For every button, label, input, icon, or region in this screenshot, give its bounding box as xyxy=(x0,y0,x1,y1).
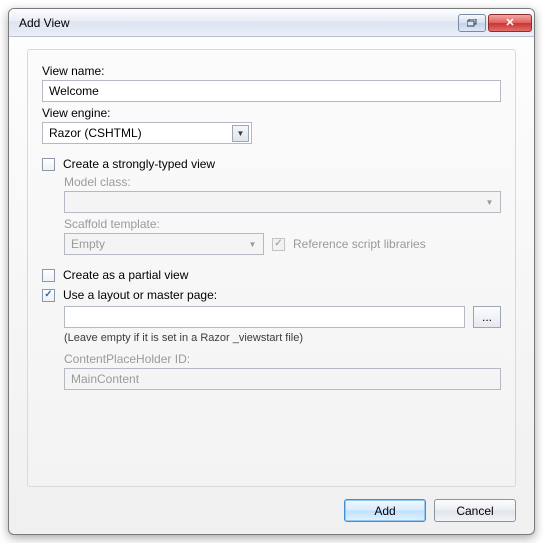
cancel-button[interactable]: Cancel xyxy=(434,499,516,522)
reference-scripts-checkbox xyxy=(272,238,285,251)
chevron-down-icon: ▼ xyxy=(244,236,261,253)
add-button[interactable]: Add xyxy=(344,499,426,522)
view-engine-label: View engine: xyxy=(42,106,501,120)
layout-hint: (Leave empty if it is set in a Razor _vi… xyxy=(64,332,501,344)
view-name-label: View name: xyxy=(42,64,501,78)
use-layout-checkbox[interactable] xyxy=(42,289,55,302)
strongly-typed-row: Create a strongly-typed view xyxy=(42,157,501,171)
use-layout-label: Use a layout or master page: xyxy=(63,288,217,302)
scaffold-template-value: Empty xyxy=(71,237,105,251)
partial-view-label: Create as a partial view xyxy=(63,268,188,282)
dialog-content: View name: View engine: Razor (CSHTML) ▼… xyxy=(9,37,534,491)
scaffold-row: Empty ▼ Reference script libraries xyxy=(64,233,501,255)
cph-id-input xyxy=(64,368,501,390)
titlebar: Add View ✕ xyxy=(9,9,534,37)
window-buttons: ✕ xyxy=(458,14,532,32)
strongly-typed-checkbox[interactable] xyxy=(42,158,55,171)
model-class-label: Model class: xyxy=(64,175,501,189)
add-view-dialog: Add View ✕ View name: View engine: Razor… xyxy=(8,8,535,535)
view-engine-select[interactable]: Razor (CSHTML) ▼ xyxy=(42,122,252,144)
strongly-typed-group: Model class: ▼ Scaffold template: Empty … xyxy=(64,171,501,255)
scaffold-template-select: Empty ▼ xyxy=(64,233,264,255)
view-name-input[interactable] xyxy=(42,80,501,102)
layout-path-input[interactable] xyxy=(64,306,465,328)
cph-id-label: ContentPlaceHolder ID: xyxy=(64,352,501,366)
scaffold-template-label: Scaffold template: xyxy=(64,217,501,231)
reference-scripts-label: Reference script libraries xyxy=(293,237,426,251)
form-panel: View name: View engine: Razor (CSHTML) ▼… xyxy=(27,49,516,487)
partial-view-row: Create as a partial view xyxy=(42,268,501,282)
layout-path-row: ... xyxy=(64,306,501,328)
window-title: Add View xyxy=(19,16,458,30)
strongly-typed-label: Create a strongly-typed view xyxy=(63,157,215,171)
browse-layout-button[interactable]: ... xyxy=(473,306,501,328)
chevron-down-icon: ▼ xyxy=(481,194,498,211)
layout-group: ... (Leave empty if it is set in a Razor… xyxy=(64,302,501,390)
partial-view-checkbox[interactable] xyxy=(42,269,55,282)
restore-button[interactable] xyxy=(458,14,486,32)
dialog-buttons: Add Cancel xyxy=(9,491,534,534)
chevron-down-icon: ▼ xyxy=(232,125,249,142)
use-layout-row: Use a layout or master page: xyxy=(42,288,501,302)
close-button[interactable]: ✕ xyxy=(488,14,532,32)
model-class-select: ▼ xyxy=(64,191,501,213)
view-engine-value: Razor (CSHTML) xyxy=(49,126,142,140)
